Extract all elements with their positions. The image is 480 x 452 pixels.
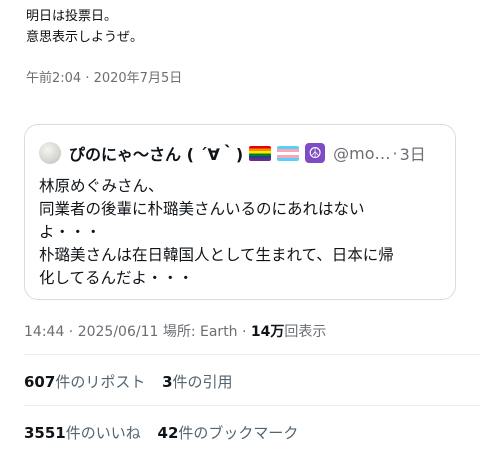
- bookmarks-count: 42: [157, 424, 179, 442]
- quoted-body-line: 化してるんだよ・・・: [39, 269, 194, 287]
- quotes-stat[interactable]: 3件の引用: [162, 373, 232, 391]
- reposts-label: 件のリポスト: [55, 373, 146, 391]
- quotes-label: 件の引用: [172, 373, 233, 391]
- reposts-stat[interactable]: 607件のリポスト: [24, 373, 145, 391]
- quoted-tweet-header: ぴのにゃ〜さん ( ´∀｀) ☮ @mo… · 3日: [39, 141, 426, 165]
- quoted-tweet-card[interactable]: ぴのにゃ〜さん ( ´∀｀) ☮ @mo… · 3日 林原めぐみさん、 同業者の…: [24, 124, 456, 300]
- bookmarks-stat[interactable]: 42件のブックマーク: [158, 424, 299, 442]
- peace-symbol-icon: ☮: [305, 143, 326, 163]
- previous-tweet-line: 明日は投票日。: [26, 9, 118, 24]
- tweet-detail-page: 明日は投票日。 意思表示しようぜ。 午前2:04 · 2020年7月5日 ぴのに…: [0, 0, 480, 452]
- quoted-body-line: 朴璐美さんは在日韓国人として生まれて、日本に帰: [39, 246, 394, 264]
- quotes-count: 3: [162, 373, 173, 391]
- quoted-body-line: よ・・・: [39, 223, 102, 241]
- bookmarks-label: 件のブックマーク: [178, 424, 299, 442]
- quoted-body-line: 同業者の後輩に朴璐美さんいるのにあれはない: [39, 200, 365, 218]
- likes-label: 件のいいね: [65, 424, 141, 442]
- separator-dot: ·: [392, 143, 398, 163]
- divider: [24, 405, 480, 406]
- views-count: 14万: [250, 324, 285, 340]
- quoted-date[interactable]: 3日: [400, 141, 426, 165]
- tweet-location: 場所: Earth ·: [158, 324, 251, 340]
- rainbow-flag-icon: [249, 145, 272, 161]
- quoted-handle[interactable]: @mo…: [333, 144, 390, 163]
- tweet-timestamp[interactable]: 14:44 · 2025/06/11: [24, 324, 158, 340]
- previous-tweet-timestamp[interactable]: 午前2:04 · 2020年7月5日: [26, 67, 182, 86]
- avatar[interactable]: [39, 142, 61, 164]
- previous-tweet-text: 明日は投票日。 意思表示しようぜ。: [26, 6, 143, 48]
- likes-count: 3551: [24, 424, 66, 442]
- tweet-meta: 14:44 · 2025/06/11 場所: Earth · 14万回表示: [24, 321, 326, 341]
- quoted-display-name[interactable]: ぴのにゃ〜さん ( ´∀｀): [69, 141, 243, 165]
- divider: [24, 354, 480, 355]
- previous-tweet-line: 意思表示しようぜ。: [26, 30, 144, 45]
- quoted-body-line: 林原めぐみさん、: [39, 177, 164, 195]
- reposts-count: 607: [24, 373, 56, 391]
- quoted-tweet-body: 林原めぐみさん、 同業者の後輩に朴璐美さんいるのにあれはない よ・・・ 朴璐美さ…: [39, 175, 449, 290]
- views-label: 回表示: [284, 324, 327, 340]
- likes-stat[interactable]: 3551件のいいね: [24, 424, 141, 442]
- like-stats-row: 3551件のいいね 42件のブックマーク: [24, 422, 310, 443]
- transgender-flag-icon: [277, 145, 300, 161]
- repost-stats-row: 607件のリポスト 3件の引用: [24, 371, 245, 392]
